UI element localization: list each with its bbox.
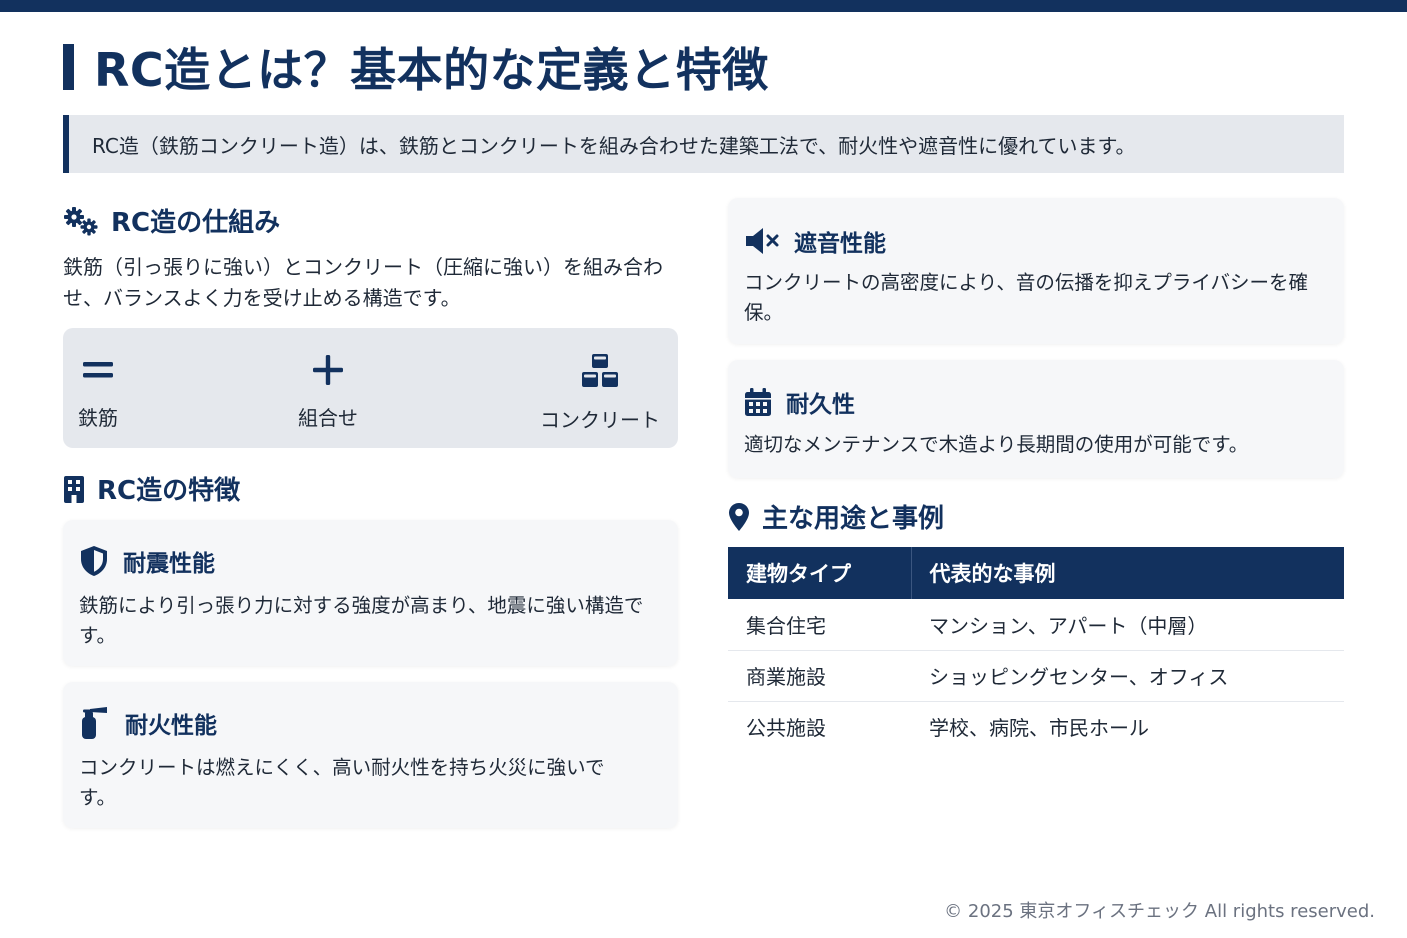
table-cell-example: 学校、病院、市民ホール: [929, 716, 1149, 741]
feature-card-heading: 遮音性能: [744, 224, 886, 258]
building-icon: [64, 475, 84, 503]
mechanism-text: 鉄筋（引っ張りに強い）とコンクリート（圧縮に強い）を組み合わせ、バランスよく力を…: [63, 255, 663, 310]
feature-card-text: コンクリートの高密度により、音の伝播を抑えプライバシーを確保。: [744, 271, 1308, 324]
table-header-row: 建物タイプ 代表的な事例: [728, 547, 1344, 599]
combo-label-concrete: コンクリート: [540, 408, 660, 432]
table-header-examples: 代表的な事例: [910, 547, 1344, 599]
feature-card-text: コンクリートは燃えにくく、高い耐火性を持ち火災に強いです。: [79, 756, 605, 809]
combo-label-rebar: 鉄筋: [78, 406, 118, 430]
feature-card-heading: 耐火性能: [79, 706, 217, 740]
mechanism-heading: RC造の仕組み: [63, 202, 280, 239]
features-heading-text: RC造の特徴: [97, 476, 241, 506]
map-marker-icon: [729, 502, 749, 531]
gears-icon: [64, 206, 98, 235]
equals-icon: [83, 362, 113, 378]
uses-heading-text: 主な用途と事例: [762, 504, 945, 534]
combo-item-rebar: 鉄筋: [78, 352, 118, 431]
feature-card-text: 鉄筋により引っ張り力に対する強度が高まり、地震に強い構造です。: [79, 594, 644, 647]
table-row: 集合住宅 マンション、アパート（中層）: [728, 599, 1344, 651]
feature-card-text: 適切なメンテナンスで木造より長期間の使用が可能です。: [744, 433, 1249, 456]
feature-card-title: 遮音性能: [794, 231, 886, 257]
page-title: RC造とは？基本的な定義と特徴: [94, 43, 769, 97]
feature-card-durability: 耐久性 適切なメンテナンスで木造より長期間の使用が可能です。: [728, 360, 1344, 478]
feature-card-heading: 耐震性能: [79, 544, 215, 578]
feature-card-title: 耐久性: [786, 392, 855, 418]
fire-extinguisher-icon: [82, 707, 107, 739]
shield-icon: [81, 546, 107, 576]
mechanism-combo-panel: 鉄筋 組合せ コンクリート: [63, 328, 678, 448]
table-cell-example: マンション、アパート（中層）: [911, 599, 1344, 651]
intro-callout: RC造（鉄筋コンクリート造）は、鉄筋とコンクリートを組み合わせた建築工法で、耐火…: [63, 115, 1344, 173]
feature-card-heading: 耐久性: [744, 385, 855, 419]
top-accent-bar: [0, 0, 1407, 12]
page-title-block: RC造とは？基本的な定義と特徴: [63, 36, 769, 98]
table-cell-type: 商業施設: [728, 650, 911, 702]
combo-label-combine: 組合せ: [298, 406, 358, 430]
combo-item-concrete: コンクリート: [540, 352, 660, 433]
footer-copyright: © 2025 東京オフィスチェック All rights reserved.: [944, 901, 1375, 922]
mechanism-heading-text: RC造の仕組み: [111, 208, 281, 238]
feature-card-fire: 耐火性能 コンクリートは燃えにくく、高い耐火性を持ち火災に強いです。: [63, 682, 678, 828]
feature-card-seismic: 耐震性能 鉄筋により引っ張り力に対する強度が高まり、地震に強い構造です。: [63, 520, 678, 666]
volume-mute-icon: [746, 228, 779, 254]
features-heading: RC造の特徴: [63, 470, 240, 507]
table-row: 商業施設 ショッピングセンター、オフィス: [728, 650, 1344, 702]
uses-heading: 主な用途と事例: [728, 498, 944, 535]
title-accent-bar: [63, 44, 74, 90]
plus-icon: [313, 355, 343, 385]
table-header-building-type: 建物タイプ: [728, 547, 911, 599]
uses-table: 建物タイプ 代表的な事例 集合住宅 マンション、アパート（中層） 商業施設 ショ…: [728, 547, 1344, 752]
table-row: 公共施設 学校、病院、市民ホール: [728, 701, 1344, 752]
cubes-icon: [582, 354, 618, 387]
table-cell-type: 公共施設: [746, 716, 826, 741]
combo-item-combine: 組合せ: [298, 352, 358, 431]
table-cell-type: 集合住宅: [728, 599, 911, 651]
calendar-icon: [745, 388, 771, 416]
feature-card-title: 耐震性能: [123, 551, 215, 577]
feature-card-sound: 遮音性能 コンクリートの高密度により、音の伝播を抑えプライバシーを確保。: [728, 198, 1344, 344]
feature-card-title: 耐火性能: [125, 713, 217, 739]
table-cell-example: ショッピングセンター、オフィス: [911, 650, 1344, 702]
